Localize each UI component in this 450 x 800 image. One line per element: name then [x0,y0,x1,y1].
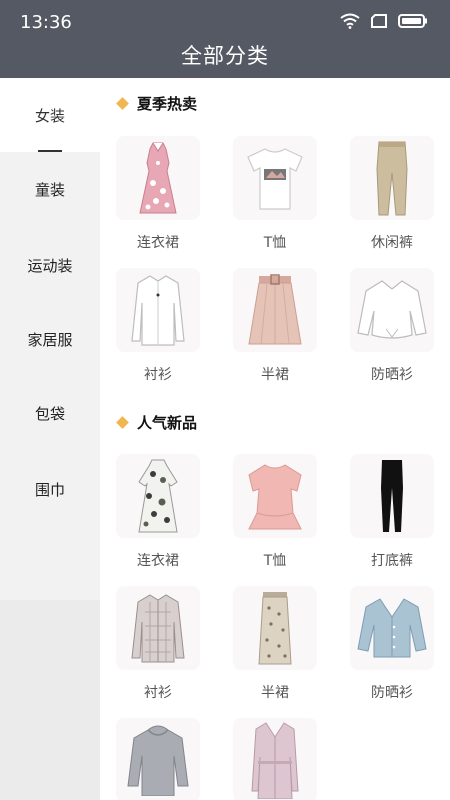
category-label: 防晒衫 [371,685,413,701]
category-label: 半裙 [261,685,289,701]
category-label: 打底裤 [371,553,413,569]
status-time: 13:36 [20,12,72,33]
sidebar-item-label: 家居服 [27,330,73,349]
category-label: T恤 [263,235,287,251]
section-title: 夏季热卖 [137,94,198,113]
sidebar-item-label: 包袋 [34,404,65,423]
sidebar-item-sportswear[interactable]: 运动装 [0,228,100,302]
sweater-icon[interactable] [116,718,200,800]
section-title: 人气新品 [137,413,198,432]
status-icons [340,13,428,29]
category-tile[interactable]: 衬衫 [114,586,202,702]
sim-card-icon [370,13,388,29]
category-label: T恤 [263,553,287,569]
category-tile[interactable]: T恤 [231,454,319,570]
category-tile[interactable]: 防晒衫 [348,586,436,702]
category-label: 半裙 [261,367,289,383]
category-tile[interactable]: T恤 [231,136,319,252]
wifi-icon [340,13,360,29]
category-tile[interactable]: 连衣裙 [114,136,202,252]
category-tile[interactable]: 打底裤 [348,454,436,570]
category-tile[interactable]: 衬衫 [114,268,202,384]
sidebar-item-homewear[interactable]: 家居服 [0,302,100,376]
sidebar-item-label: 围巾 [34,480,65,499]
sidebar-item-bags[interactable]: 包袋 [0,376,100,450]
sun-shirt-icon[interactable] [350,268,434,352]
sidebar-item-label: 运动装 [27,256,73,275]
category-tile[interactable] [114,718,202,800]
pink-top-icon[interactable] [233,454,317,538]
diamond-icon [116,415,129,429]
category-tile[interactable]: 防晒衫 [348,268,436,384]
skirt-icon[interactable] [233,268,317,352]
category-label: 休闲裤 [371,235,413,251]
leggings-icon[interactable] [350,454,434,538]
category-tile[interactable]: 连衣裙 [114,454,202,570]
category-tile[interactable]: 休闲裤 [348,136,436,252]
print-dress-icon[interactable] [116,454,200,538]
diamond-icon [116,96,129,110]
trousers-icon[interactable] [350,136,434,220]
sidebar-item-label: 女装 [34,106,65,125]
sidebar-item-kids[interactable]: 童装 [0,152,100,226]
tshirt-icon[interactable] [233,136,317,220]
sidebar-item-womens[interactable]: 女装 [0,78,100,152]
category-content: 夏季热卖 连衣裙 T恤 休闲裤 衬衫 半裙 防晒衫 人气新品 连衣裙 T恤 打底… [100,78,450,800]
cardigan-icon[interactable] [350,586,434,670]
category-tile[interactable]: 半裙 [231,586,319,702]
section-header-summer-hot: 夏季热卖 [116,91,198,115]
plaid-shirt-icon[interactable] [116,586,200,670]
category-label: 连衣裙 [137,235,179,251]
category-label: 衬衫 [144,367,172,383]
category-sidebar: 女装 童装 运动装 家居服 包袋 围巾 [0,78,100,800]
floral-dress-icon[interactable] [116,136,200,220]
sidebar-item-label: 童装 [34,180,65,199]
page-title: 全部分类 [181,44,269,68]
coat-icon[interactable] [233,718,317,800]
print-skirt-icon[interactable] [233,586,317,670]
sidebar-empty-area [0,600,100,800]
category-tile[interactable]: 半裙 [231,268,319,384]
category-label: 连衣裙 [137,553,179,569]
category-tile[interactable] [231,718,319,800]
category-label: 防晒衫 [371,367,413,383]
app-header: 13:36 全部分类 [0,0,450,78]
category-label: 衬衫 [144,685,172,701]
section-header-popular-new: 人气新品 [116,410,198,434]
shirt-icon[interactable] [116,268,200,352]
battery-icon [398,14,428,28]
sidebar-item-scarves[interactable]: 围巾 [0,452,100,526]
